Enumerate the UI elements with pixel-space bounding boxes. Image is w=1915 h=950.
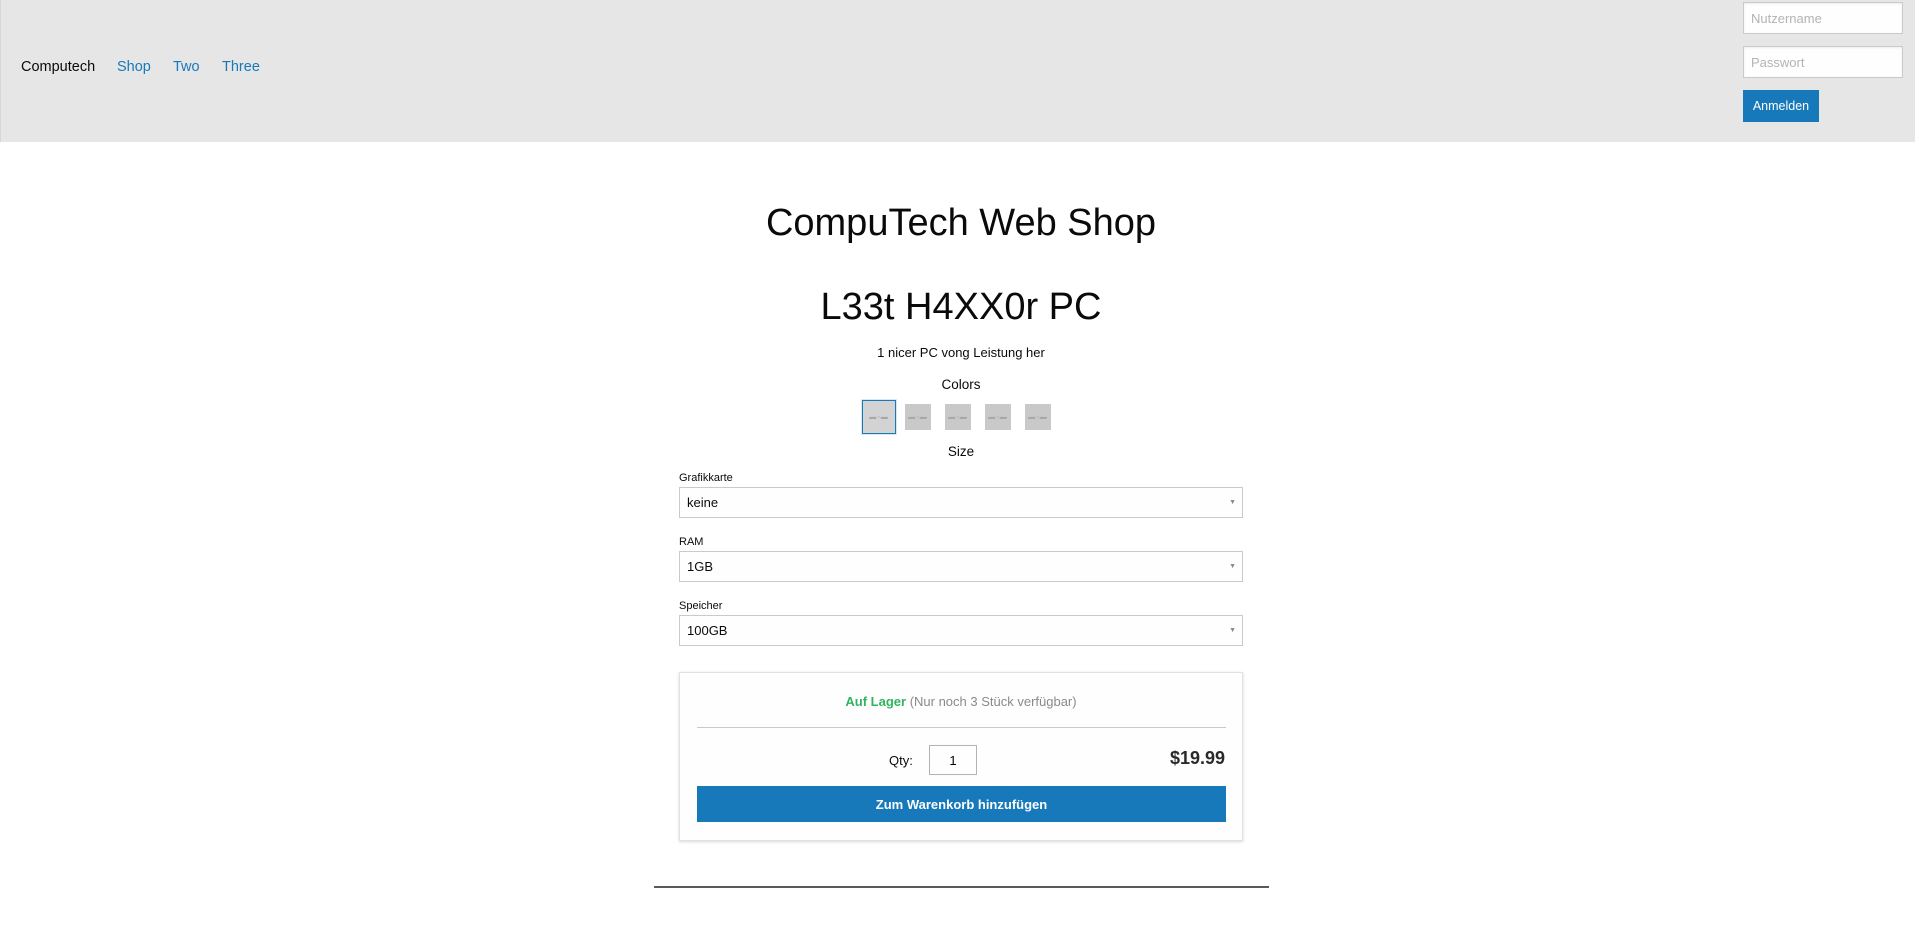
product-description: 1 nicer PC vong Leistung her [877,345,1045,360]
graphics-card-select[interactable]: keine ▼ [679,487,1243,518]
add-to-cart-button[interactable]: Zum Warenkorb hinzufügen [697,786,1226,822]
color-swatch-5[interactable]: ▬◦▬ [1025,404,1051,430]
stock-note: (Nur noch 3 Stück verfügbar) [909,694,1077,709]
swatch-placeholder-icon: ▬◦▬ [988,413,1008,421]
colors-label: Colors [941,377,981,392]
purchase-card: Auf Lager (Nur noch 3 Stück verfügbar) Q… [679,672,1243,841]
shop-title: CompuTech Web Shop [765,202,1157,244]
nav-link-three[interactable]: Three [222,59,260,75]
qty-input[interactable] [929,745,977,775]
storage-value: 100GB [687,623,728,638]
swatch-placeholder-icon: ▬◦▬ [869,413,889,421]
storage-select[interactable]: 100GB ▼ [679,615,1243,646]
ram-label: RAM [679,536,704,548]
graphics-card-value: keine [687,495,719,510]
login-button[interactable]: Anmelden [1743,90,1819,122]
color-swatch-1[interactable]: ▬◦▬ [862,400,896,434]
nav-link-shop[interactable]: Shop [117,59,151,75]
product-title: L33t H4XX0r PC [820,286,1102,328]
storage-label: Speicher [679,600,723,612]
username-input[interactable] [1743,2,1903,34]
brand-name: Computech [21,59,96,75]
chevron-down-icon: ▼ [1229,627,1236,634]
chevron-down-icon: ▼ [1229,563,1236,570]
color-swatch-3[interactable]: ▬◦▬ [945,404,971,430]
price: $19.99 [1169,748,1225,768]
ram-select[interactable]: 1GB ▼ [679,551,1243,582]
size-label: Size [947,444,975,459]
qty-label: Qty: [889,753,913,768]
nav-link-two[interactable]: Two [173,59,200,75]
chevron-down-icon: ▼ [1229,499,1236,506]
swatch-placeholder-icon: ▬◦▬ [1028,413,1048,421]
ram-value: 1GB [687,559,714,574]
divider [654,886,1269,888]
graphics-card-label: Grafikkarte [679,472,733,484]
stock-status: Auf Lager (Nur noch 3 Stück verfügbar) [680,694,1242,709]
color-swatch-2[interactable]: ▬◦▬ [905,404,931,430]
swatch-placeholder-icon: ▬◦▬ [908,413,928,421]
card-divider [697,727,1226,728]
stock-status-label: Auf Lager [845,694,907,709]
color-swatch-4[interactable]: ▬◦▬ [985,404,1011,430]
password-input[interactable] [1743,46,1903,78]
top-bar: Computech Shop Two Three Anmelden [0,0,1915,142]
swatch-placeholder-icon: ▬◦▬ [948,413,968,421]
